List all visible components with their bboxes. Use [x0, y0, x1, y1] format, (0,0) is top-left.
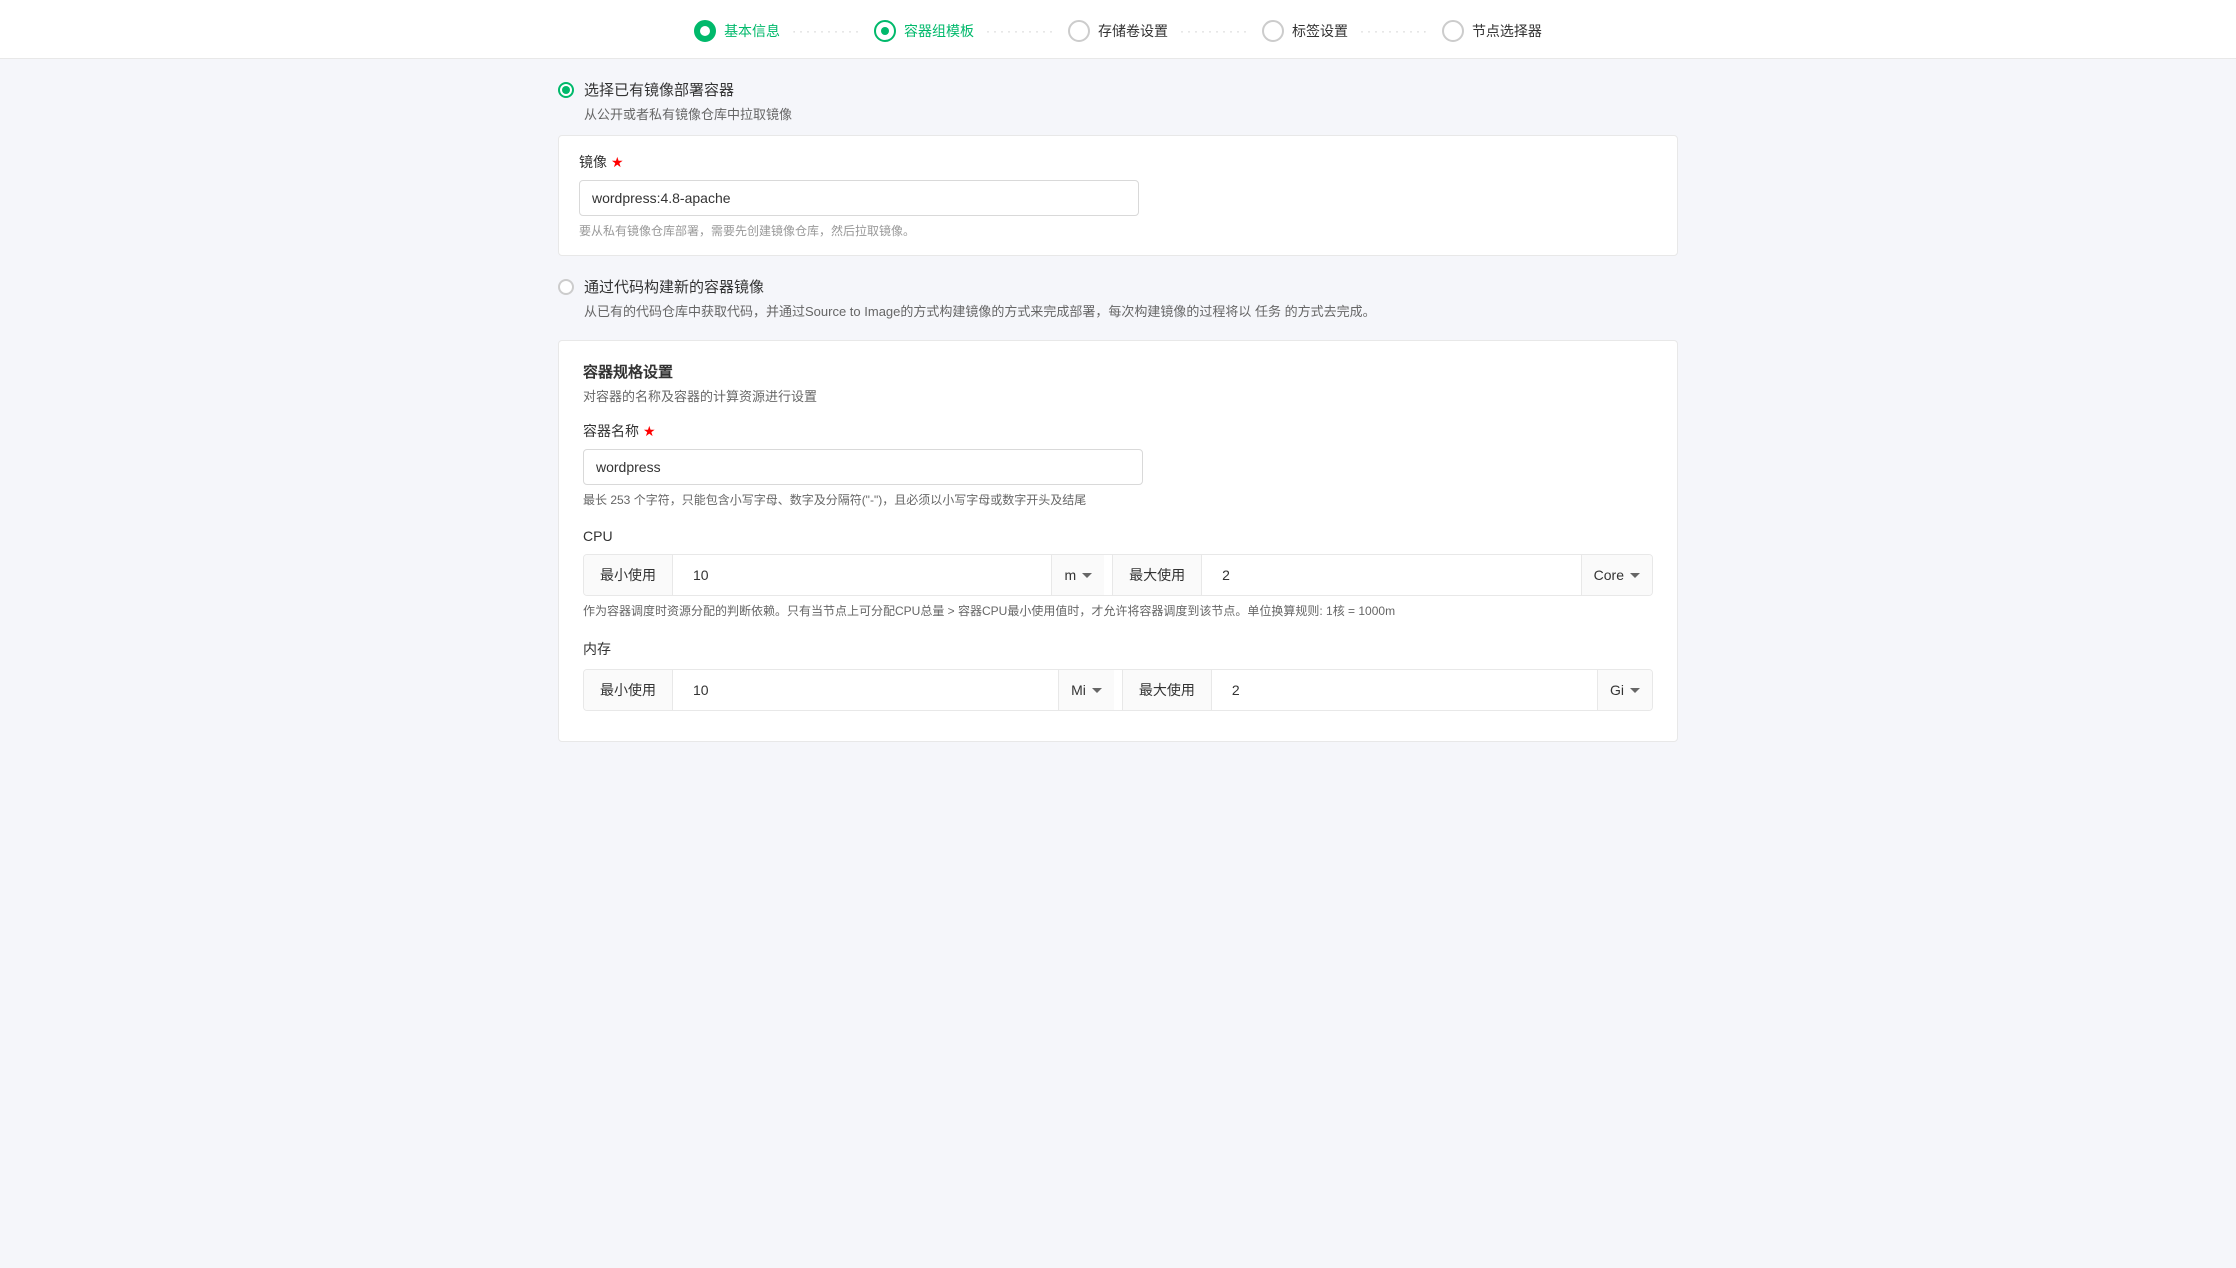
cpu-min-unit-chevron	[1082, 573, 1092, 578]
mem-max-unit-chevron	[1630, 688, 1640, 693]
deploy-from-code-text: 通过代码构建新的容器镜像 从已有的代码仓库中获取代码，并通过Source to …	[584, 276, 1376, 320]
cpu-label: CPU	[583, 528, 1653, 544]
step-basic[interactable]: 基本信息	[694, 20, 780, 42]
cpu-max-label: 最大使用	[1112, 555, 1202, 595]
deploy-from-image-text: 选择已有镜像部署容器 从公开或者私有镜像仓库中拉取镜像	[584, 79, 792, 123]
step-divider-4: ··········	[1360, 24, 1430, 38]
deploy-from-code-radio[interactable]	[558, 279, 574, 295]
mem-min-unit-value: Mi	[1071, 682, 1086, 698]
container-name-hint: 最长 253 个字符，只能包含小写字母、数字及分隔符("-")，且必须以小写字母…	[583, 491, 1653, 508]
cpu-min-unit-value: m	[1064, 567, 1076, 583]
image-label: 镜像 ★	[579, 152, 1657, 172]
step-node-circle	[1442, 20, 1464, 42]
step-tags[interactable]: 标签设置	[1262, 20, 1348, 42]
cpu-row-wrapper: 最小使用 m 最大使用 Core 作为容器调度时资源分配的判断依赖。只有当节点上…	[583, 554, 1653, 619]
step-container[interactable]: 容器组模板	[874, 20, 974, 42]
cpu-max-unit-chevron	[1630, 573, 1640, 578]
deploy-from-image-option[interactable]: 选择已有镜像部署容器 从公开或者私有镜像仓库中拉取镜像	[558, 79, 1678, 123]
container-spec-card: 容器规格设置 对容器的名称及容器的计算资源进行设置 容器名称 ★ 最长 253 …	[558, 340, 1678, 742]
step-storage-circle	[1068, 20, 1090, 42]
step-basic-label: 基本信息	[724, 21, 780, 41]
container-spec-desc: 对容器的名称及容器的计算资源进行设置	[583, 386, 1653, 405]
image-subcard: 镜像 ★ 要从私有镜像仓库部署，需要先创建镜像仓库，然后拉取镜像。	[558, 135, 1678, 256]
step-divider-2: ··········	[986, 24, 1056, 38]
image-required-star: ★	[611, 154, 624, 171]
stepper: 基本信息 ·········· 容器组模板 ·········· 存储卷设置 ·…	[0, 0, 2236, 59]
mem-max-unit-value: Gi	[1610, 682, 1624, 698]
mem-max-label: 最大使用	[1122, 670, 1212, 710]
main-content: 选择已有镜像部署容器 从公开或者私有镜像仓库中拉取镜像 镜像 ★ 要从私有镜像仓…	[518, 59, 1718, 778]
cpu-min-unit-select[interactable]: m	[1051, 555, 1104, 595]
container-name-required: ★	[643, 423, 656, 440]
mem-label: 内存	[583, 639, 1653, 659]
container-spec-title: 容器规格设置	[583, 361, 1653, 382]
image-hint: 要从私有镜像仓库部署，需要先创建镜像仓库，然后拉取镜像。	[579, 222, 1657, 239]
cpu-max-input[interactable]	[1210, 555, 1572, 595]
step-node-label: 节点选择器	[1472, 21, 1542, 41]
step-divider-3: ··········	[1180, 24, 1250, 38]
step-tags-circle	[1262, 20, 1284, 42]
mem-min-input[interactable]	[681, 670, 1050, 710]
deploy-from-image-title: 选择已有镜像部署容器	[584, 79, 792, 100]
container-name-label: 容器名称 ★	[583, 421, 1653, 441]
container-name-input[interactable]	[583, 449, 1143, 485]
cpu-hint: 作为容器调度时资源分配的判断依赖。只有当节点上可分配CPU总量 > 容器CPU最…	[583, 602, 1653, 619]
image-input[interactable]	[579, 180, 1139, 216]
mem-max-unit-select[interactable]: Gi	[1597, 670, 1652, 710]
mem-row-wrapper: 最小使用 Mi 最大使用 Gi	[583, 669, 1653, 711]
step-divider-1: ··········	[792, 24, 862, 38]
deploy-from-code-title: 通过代码构建新的容器镜像	[584, 276, 1376, 297]
mem-min-label: 最小使用	[584, 670, 673, 710]
mem-min-unit-select[interactable]: Mi	[1058, 670, 1114, 710]
cpu-max-unit-value: Core	[1594, 567, 1624, 583]
cpu-min-input[interactable]	[681, 555, 1043, 595]
mem-min-unit-chevron	[1092, 688, 1102, 693]
mem-section: 内存 最小使用 Mi 最大使用 Gi	[583, 639, 1653, 711]
deploy-from-code-desc: 从已有的代码仓库中获取代码，并通过Source to Image的方式构建镜像的…	[584, 301, 1376, 320]
cpu-row: 最小使用 m 最大使用 Core	[583, 554, 1653, 596]
step-storage[interactable]: 存储卷设置	[1068, 20, 1168, 42]
mem-row: 最小使用 Mi 最大使用 Gi	[583, 669, 1653, 711]
step-tags-label: 标签设置	[1292, 21, 1348, 41]
mem-max-input[interactable]	[1220, 670, 1589, 710]
deploy-from-code-option[interactable]: 通过代码构建新的容器镜像 从已有的代码仓库中获取代码，并通过Source to …	[558, 276, 1678, 320]
cpu-min-label: 最小使用	[584, 555, 673, 595]
deploy-from-image-radio[interactable]	[558, 82, 574, 98]
cpu-section: CPU 最小使用 m 最大使用 Core 作为容器调度时资源分	[583, 528, 1653, 619]
deploy-from-image-desc: 从公开或者私有镜像仓库中拉取镜像	[584, 104, 792, 123]
step-storage-label: 存储卷设置	[1098, 21, 1168, 41]
step-container-label: 容器组模板	[904, 21, 974, 41]
step-basic-circle	[694, 20, 716, 42]
step-container-circle	[874, 20, 896, 42]
step-node[interactable]: 节点选择器	[1442, 20, 1542, 42]
cpu-max-unit-select[interactable]: Core	[1581, 555, 1652, 595]
